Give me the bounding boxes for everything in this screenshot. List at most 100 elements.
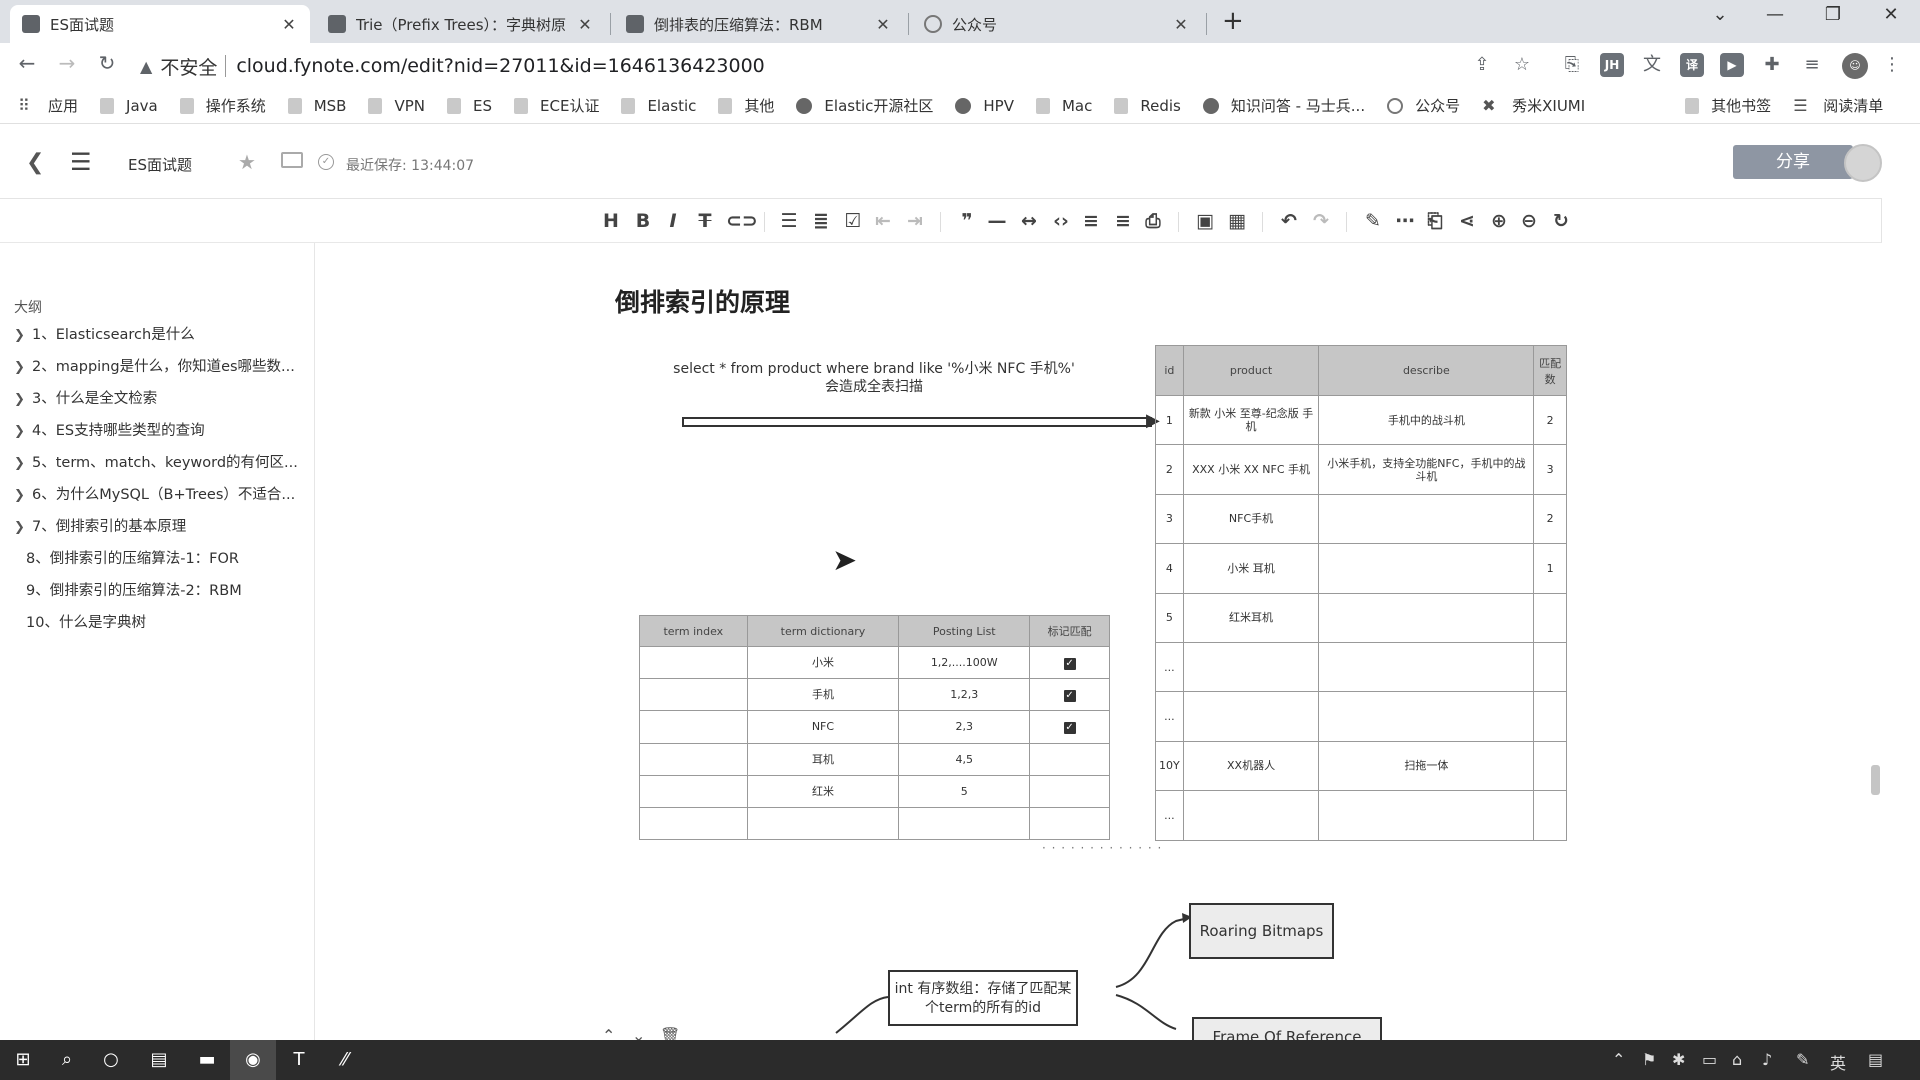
cortana-circle-icon[interactable]: ○ — [98, 1048, 124, 1072]
network-icon[interactable]: ⌂ — [1732, 1050, 1742, 1069]
tab-trie[interactable]: Trie（Prefix Trees）：字典树原 ✕ — [316, 5, 606, 43]
vertical-scrollbar[interactable] — [1871, 765, 1880, 795]
reload-button[interactable]: ↻ — [92, 51, 122, 75]
chevron-right-icon[interactable]: ❯ — [14, 520, 32, 535]
outline-item[interactable]: 10、什么是字典树 — [26, 611, 316, 632]
file-explorer-icon[interactable]: ▬ — [194, 1048, 220, 1072]
zoom-out-icon[interactable]: ⊖ — [1518, 209, 1540, 233]
editor-canvas[interactable]: 倒排索引的原理 select * from product where bran… — [316, 243, 1882, 1040]
restore-button[interactable]: ❐ — [1818, 4, 1848, 25]
bookmark-other-bookmarks[interactable]: 其他书签 — [1685, 95, 1771, 116]
tab-rbm[interactable]: 倒排表的压缩算法：RBM ✕ — [614, 5, 904, 43]
redo-icon[interactable]: ↷ — [1310, 209, 1332, 233]
task-view-icon[interactable]: ▤ — [146, 1048, 172, 1072]
move-up-icon[interactable]: ⌃ — [602, 1026, 615, 1040]
zoom-in-icon[interactable]: ⊕ — [1488, 209, 1510, 233]
chrome-app-icon[interactable]: ◉ — [230, 1040, 276, 1080]
inline-code-icon[interactable]: ↔ — [1018, 209, 1040, 233]
bookmark-apps[interactable]: ⠿ 应用 — [18, 95, 78, 116]
profile-avatar[interactable]: ☺ — [1842, 53, 1868, 79]
chevron-right-icon[interactable]: ❯ — [14, 328, 32, 343]
bookmark-elastic[interactable]: Elastic — [621, 97, 696, 115]
more-menu-icon[interactable]: ⋮ — [1880, 53, 1904, 77]
bookmark-reading-list[interactable]: ☰ 阅读清单 — [1793, 95, 1883, 116]
chevron-right-icon[interactable]: ❯ — [14, 392, 32, 407]
windows-start-icon[interactable]: ⊞ — [10, 1048, 36, 1072]
input-language[interactable]: 英 — [1830, 1050, 1846, 1074]
bookmark-ece[interactable]: ECE认证 — [514, 95, 599, 116]
outline-item[interactable]: ❯ 6、为什么MySQL（B+Trees）不适合... — [14, 483, 304, 504]
insert-after-icon[interactable]: ≡ — [1112, 209, 1134, 233]
volume-icon[interactable]: ♪ — [1762, 1050, 1772, 1069]
indent-decrease-icon[interactable]: ⇤ — [872, 209, 894, 233]
extensions-puzzle-icon[interactable]: ✚ — [1760, 53, 1784, 77]
back-arrow-icon[interactable]: ❮ — [26, 150, 44, 175]
more-icon[interactable]: ⋯ — [1394, 209, 1416, 233]
insert-before-icon[interactable]: ≡ — [1080, 209, 1102, 233]
tray-app-icon[interactable]: ⚑ — [1642, 1050, 1656, 1069]
chevron-right-icon[interactable]: ❯ — [14, 424, 32, 439]
tray-expand-icon[interactable]: ⌃ — [1612, 1050, 1625, 1069]
bookmark-xiumi[interactable]: ✖ 秀米XIUMI — [1482, 95, 1585, 116]
horizontal-rule-icon[interactable]: — — [986, 209, 1008, 233]
table-icon[interactable]: ▦ — [1226, 209, 1248, 233]
notifications-icon[interactable]: ▤ — [1868, 1050, 1883, 1069]
bullet-list-icon[interactable]: ☰ — [778, 209, 800, 233]
close-tab-icon[interactable]: ✕ — [1172, 15, 1190, 34]
indent-increase-icon[interactable]: ⇥ — [904, 209, 926, 233]
omnibox[interactable]: ▲ 不安全 cloud.fynote.com/edit?nid=27011&id… — [140, 49, 1540, 83]
bookmark-star-icon[interactable]: ☆ — [1510, 53, 1534, 77]
extension-1-icon[interactable]: ⎘ — [1560, 53, 1584, 77]
code-block-icon[interactable]: ‹› — [1050, 209, 1072, 233]
tab-es-interview[interactable]: ES面试题 ✕ — [10, 5, 310, 43]
bookmark-elastic-community[interactable]: Elastic开源社区 — [796, 95, 933, 116]
template-icon[interactable]: ⎗ — [1424, 209, 1446, 233]
pen-icon[interactable]: ✎ — [1362, 209, 1384, 233]
translate-icon[interactable]: 文 — [1640, 53, 1664, 77]
ordered-list-icon[interactable]: ≣ — [810, 209, 832, 233]
share-nodes-icon[interactable]: ⋖ — [1456, 209, 1478, 233]
bookmark-other[interactable]: 其他 — [718, 95, 774, 116]
share-button[interactable]: 分享 — [1733, 145, 1853, 179]
close-window-button[interactable]: ✕ — [1876, 4, 1906, 25]
bookmark-java[interactable]: Java — [100, 97, 158, 115]
reading-list-icon[interactable]: ≡ — [1800, 53, 1824, 77]
back-button[interactable]: ← — [12, 51, 42, 75]
hamburger-menu-icon[interactable]: ☰ — [70, 148, 92, 176]
bookmark-mac[interactable]: Mac — [1035, 97, 1092, 115]
record-extension-icon[interactable]: ▶ — [1720, 53, 1744, 77]
image-icon[interactable]: ▣ — [1194, 209, 1216, 233]
strikethrough-icon[interactable]: T — [694, 209, 716, 233]
bookmark-redis[interactable]: Redis — [1114, 97, 1181, 115]
share-page-icon[interactable]: ⇪ — [1470, 53, 1494, 77]
outline-item[interactable]: ❯ 7、倒排索引的基本原理 — [14, 515, 304, 536]
chevron-right-icon[interactable]: ❯ — [14, 456, 32, 471]
outline-item[interactable]: ❯ 1、Elasticsearch是什么 — [14, 323, 304, 344]
outline-item[interactable]: ❯ 2、mapping是什么，你知道es哪些数... — [14, 355, 304, 376]
bookmark-es[interactable]: ES — [447, 97, 492, 115]
bookmark-qa[interactable]: 知识问答 - 马士兵... — [1202, 95, 1365, 116]
close-tab-icon[interactable]: ✕ — [874, 15, 892, 34]
tray-usb-icon[interactable]: ▭ — [1702, 1050, 1717, 1069]
outline-item[interactable]: ❯ 3、什么是全文检索 — [14, 387, 304, 408]
move-folder-icon[interactable] — [281, 152, 303, 168]
extension-jh-icon[interactable]: JH — [1600, 53, 1624, 77]
close-tab-icon[interactable]: ✕ — [576, 15, 594, 34]
extension-yi-icon[interactable]: 译 — [1680, 53, 1704, 77]
chevron-right-icon[interactable]: ❯ — [14, 488, 32, 503]
bold-icon[interactable]: B — [632, 209, 654, 233]
bookmark-msb[interactable]: MSB — [287, 97, 346, 115]
link-icon[interactable]: ⊂⊃ — [726, 209, 758, 233]
close-tab-icon[interactable]: ✕ — [280, 15, 298, 34]
favorite-star-icon[interactable]: ★ — [238, 150, 256, 174]
user-avatar[interactable] — [1844, 144, 1882, 182]
tray-app2-icon[interactable]: ✱ — [1672, 1050, 1685, 1069]
forward-button[interactable]: → — [52, 51, 82, 75]
search-icon[interactable]: ⌕ — [54, 1048, 80, 1072]
delete-block-icon[interactable]: 🗑 — [660, 1026, 680, 1040]
italic-icon[interactable]: I — [662, 209, 684, 233]
outline-item[interactable]: 9、倒排索引的压缩算法-2：RBM — [26, 579, 316, 600]
undo-icon[interactable]: ↶ — [1278, 209, 1300, 233]
outline-item[interactable]: ❯ 5、term、match、keyword的有何区... — [14, 451, 304, 472]
heading-icon[interactable]: H — [600, 209, 622, 233]
